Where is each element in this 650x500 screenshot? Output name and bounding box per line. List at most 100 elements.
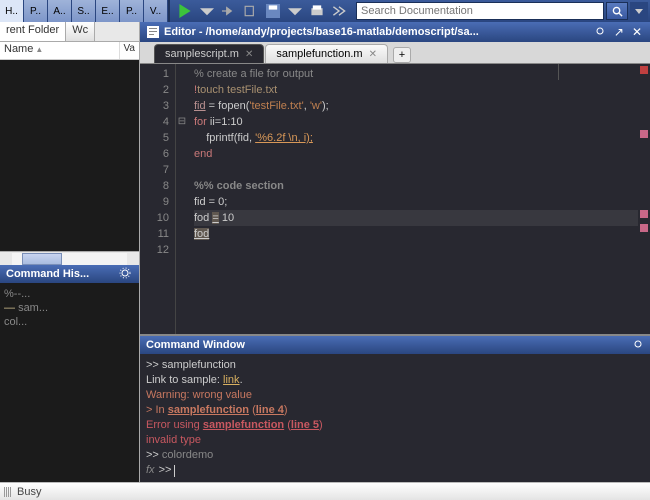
- new-file-button[interactable]: +: [393, 47, 411, 63]
- code-line[interactable]: !touch testFile.txt: [194, 82, 638, 98]
- line-number: 11: [140, 226, 169, 242]
- ribbon-tab[interactable]: P..: [24, 0, 48, 22]
- editor-icon: [146, 25, 160, 39]
- dropdown-icon[interactable]: [198, 2, 216, 20]
- ribbon-tab[interactable]: V..: [144, 0, 168, 22]
- step-out-icon[interactable]: [242, 2, 260, 20]
- command-window-body[interactable]: >> samplefunctionLink to sample: link.Wa…: [140, 354, 650, 482]
- folder-col-value[interactable]: Va: [120, 42, 140, 59]
- line-number: 3: [140, 98, 169, 114]
- dropdown-icon[interactable]: [286, 2, 304, 20]
- command-prompt[interactable]: fx>>: [146, 463, 644, 478]
- code-line[interactable]: [194, 242, 638, 258]
- line-number: 5: [140, 130, 169, 146]
- close-icon[interactable]: ✕: [245, 49, 253, 60]
- save-icon[interactable]: [264, 2, 282, 20]
- fold-toggle: [176, 242, 188, 258]
- gear-icon[interactable]: [592, 25, 608, 40]
- sort-asc-icon: ▲: [35, 45, 43, 54]
- fold-toggle: [176, 130, 188, 146]
- line-number: 7: [140, 162, 169, 178]
- line-number: 6: [140, 146, 169, 162]
- cmd-line: >> colordemo: [146, 448, 644, 463]
- warn-mark-icon[interactable]: [640, 210, 648, 218]
- gear-icon[interactable]: [119, 267, 133, 281]
- code-line[interactable]: fod: [194, 226, 638, 242]
- warn-mark-icon[interactable]: [640, 224, 648, 232]
- cmd-line: Warning: wrong value: [146, 388, 644, 403]
- fold-gutter[interactable]: ⊟: [176, 64, 188, 334]
- close-icon[interactable]: ✕: [369, 49, 377, 60]
- folder-list[interactable]: [0, 60, 139, 251]
- line-gutter: 123456789101112: [140, 64, 176, 334]
- file-tab-samplescript[interactable]: samplescript.m✕: [154, 44, 264, 63]
- ribbon-tab[interactable]: H..: [0, 0, 24, 22]
- folder-scrollbar[interactable]: [0, 251, 139, 265]
- layout-icon[interactable]: [4, 487, 11, 497]
- line-number: 12: [140, 242, 169, 258]
- gear-icon[interactable]: [632, 338, 644, 353]
- status-text: Busy: [17, 486, 41, 498]
- editor-title-bar: Editor - /home/andy/projects/base16-matl…: [140, 22, 650, 42]
- ruler-line: [558, 64, 559, 80]
- search-dropdown-icon[interactable]: [630, 2, 648, 20]
- fold-toggle: [176, 98, 188, 114]
- run-icon[interactable]: [176, 2, 194, 20]
- tab-workspace[interactable]: Wc: [66, 22, 95, 41]
- print-icon[interactable]: [308, 2, 326, 20]
- close-icon[interactable]: ✕: [630, 25, 644, 39]
- warn-mark-icon[interactable]: [640, 130, 648, 138]
- tab-current-folder[interactable]: rent Folder: [0, 22, 66, 41]
- fold-toggle: [176, 66, 188, 82]
- error-mark-icon[interactable]: [640, 66, 648, 74]
- line-number: 1: [140, 66, 169, 82]
- ribbon-tab[interactable]: E..: [96, 0, 120, 22]
- fold-toggle: [176, 210, 188, 226]
- command-history-body[interactable]: %--...— sam...col...: [0, 283, 139, 482]
- fold-toggle: [176, 178, 188, 194]
- file-tab-samplefunction[interactable]: samplefunction.m✕: [265, 44, 388, 63]
- ribbon-tabs: H..P..A..S..E..P..V..: [0, 0, 168, 22]
- code-line[interactable]: [194, 162, 638, 178]
- fold-toggle: [176, 162, 188, 178]
- code-area[interactable]: % create a file for output!touch testFil…: [188, 64, 638, 334]
- line-number: 2: [140, 82, 169, 98]
- search-input[interactable]: [356, 2, 604, 20]
- command-window-title: Command Window: [140, 336, 650, 354]
- fold-toggle: [176, 226, 188, 242]
- ribbon-tab[interactable]: S..: [72, 0, 96, 22]
- cmd-line: Link to sample: link.: [146, 373, 644, 388]
- search-button[interactable]: [606, 2, 628, 20]
- code-line[interactable]: fid = fopen('testFile.txt', 'w');: [194, 98, 638, 114]
- scrollbar-thumb[interactable]: [22, 253, 62, 265]
- code-line[interactable]: fprintf(fid, '%6.2f \n, i);: [194, 130, 638, 146]
- history-item[interactable]: — sam...: [4, 301, 135, 315]
- cmd-line: invalid type: [146, 433, 644, 448]
- history-item[interactable]: col...: [4, 315, 135, 329]
- editor-file-tabs: samplescript.m✕ samplefunction.m✕ +: [140, 42, 650, 64]
- code-line[interactable]: fid = 0;: [194, 194, 638, 210]
- line-number: 8: [140, 178, 169, 194]
- history-item[interactable]: %--...: [4, 287, 135, 301]
- undock-icon[interactable]: ↗: [612, 25, 626, 39]
- code-line[interactable]: end: [194, 146, 638, 162]
- ribbon-tab[interactable]: A..: [48, 0, 72, 22]
- code-line[interactable]: fod = 10: [194, 210, 638, 226]
- code-line[interactable]: % create a file for output: [194, 66, 638, 82]
- line-number: 4: [140, 114, 169, 130]
- left-column: rent Folder Wc Name▲ Va Command His... %…: [0, 22, 140, 482]
- code-line[interactable]: for ii=1:10: [194, 114, 638, 130]
- quick-toolbar: [168, 0, 354, 22]
- step-icon[interactable]: [220, 2, 238, 20]
- more-icon[interactable]: [330, 2, 348, 20]
- line-number: 9: [140, 194, 169, 210]
- fold-toggle[interactable]: ⊟: [176, 114, 188, 130]
- folder-col-name[interactable]: Name▲: [0, 42, 120, 59]
- editor-body[interactable]: 123456789101112 ⊟ % create a file for ou…: [140, 64, 650, 334]
- fold-toggle: [176, 82, 188, 98]
- fold-toggle: [176, 194, 188, 210]
- ribbon-tab[interactable]: P..: [120, 0, 144, 22]
- code-marks[interactable]: [638, 64, 650, 334]
- code-line[interactable]: %% code section: [194, 178, 638, 194]
- top-toolbar: H..P..A..S..E..P..V..: [0, 0, 650, 22]
